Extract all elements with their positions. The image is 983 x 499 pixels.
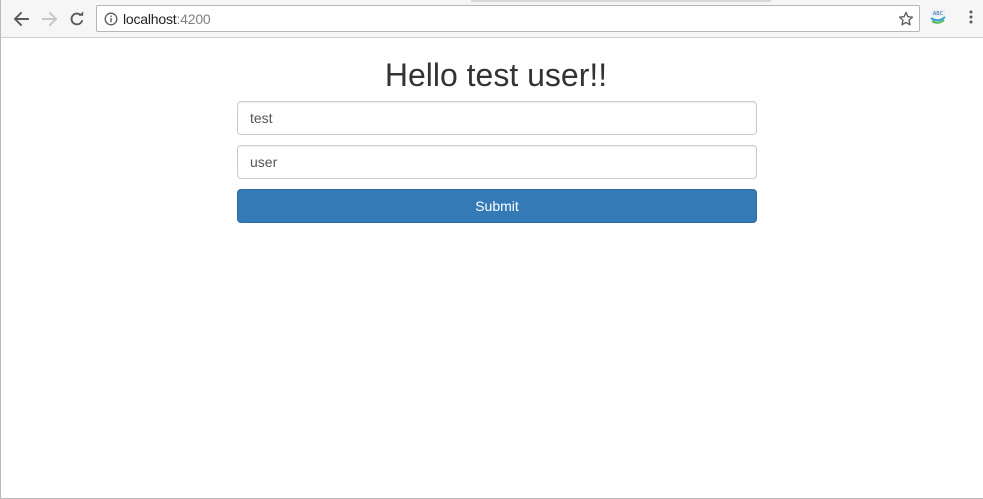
extension-icon: ABC — [928, 7, 948, 32]
browser-toolbar: localhost:4200 ABC — [1, 0, 983, 38]
back-button[interactable] — [9, 7, 33, 31]
first-name-input[interactable] — [237, 101, 757, 135]
url-host: localhost — [123, 10, 177, 27]
tab-strip-edge — [471, 0, 771, 2]
address-bar[interactable]: localhost:4200 — [96, 5, 920, 32]
back-arrow-icon — [13, 11, 29, 27]
url-port: :4200 — [176, 10, 211, 27]
forward-button[interactable] — [38, 7, 62, 31]
svg-text:ABC: ABC — [933, 11, 944, 17]
submit-button[interactable]: Submit — [237, 189, 757, 223]
browser-menu-button[interactable] — [962, 9, 980, 29]
kebab-menu-icon — [969, 10, 973, 29]
reload-icon — [69, 11, 85, 27]
info-icon[interactable] — [104, 12, 118, 26]
page-title: Hello test user!! — [384, 57, 608, 93]
last-name-input[interactable] — [237, 145, 757, 179]
reload-button[interactable] — [65, 7, 89, 31]
browser-window: localhost:4200 ABC Hello test user!! tes… — [0, 0, 983, 499]
extension-button[interactable]: ABC — [928, 9, 948, 29]
url-text: localhost:4200 — [123, 11, 211, 27]
forward-arrow-icon — [42, 11, 58, 27]
page-content: Hello test user!! Submit — [1, 39, 983, 498]
star-icon[interactable] — [898, 11, 914, 27]
